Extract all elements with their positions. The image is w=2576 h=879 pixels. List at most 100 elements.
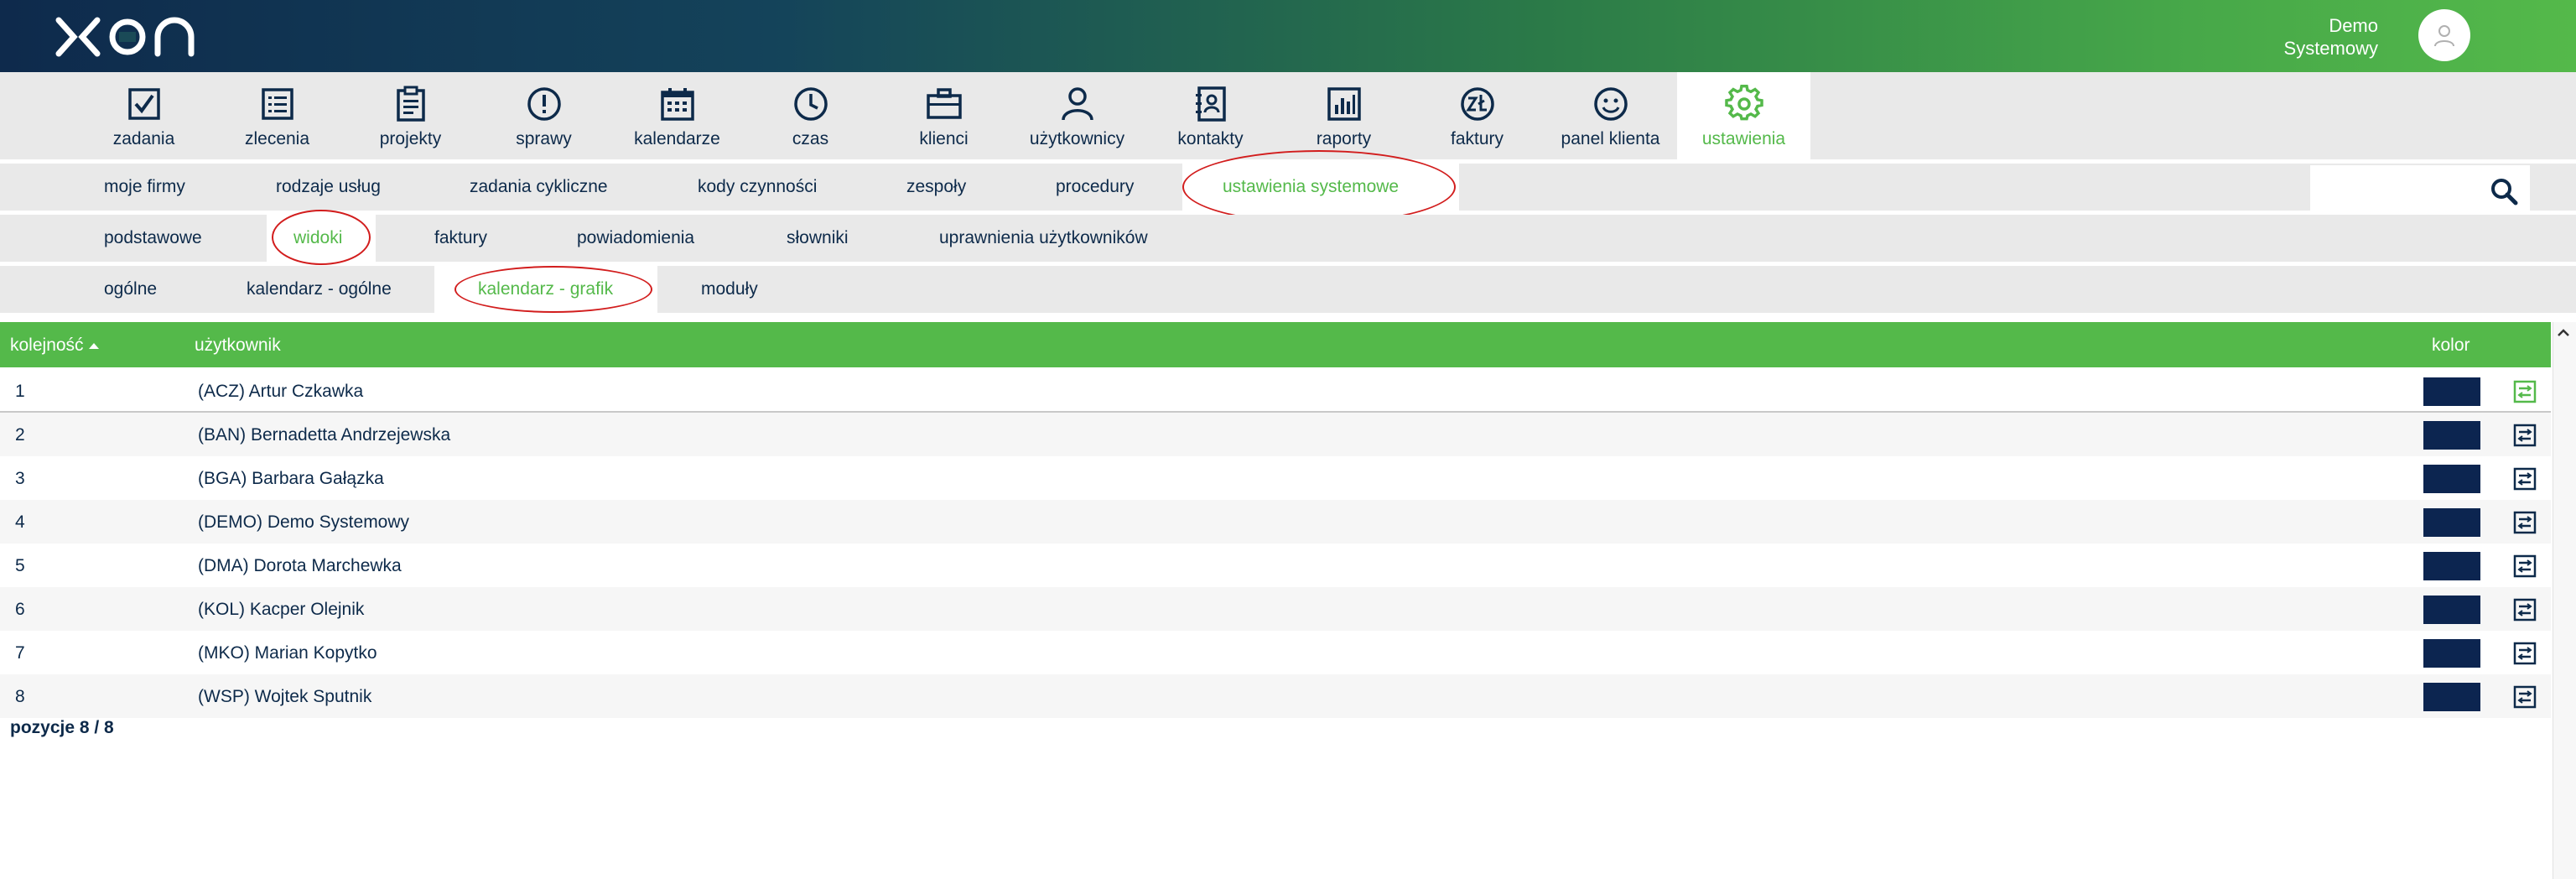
row-user: (BGA) Barbara Gałązka	[198, 469, 384, 488]
nav-zadania[interactable]: zadania	[77, 72, 210, 159]
column-header-order[interactable]: kolejność	[10, 335, 100, 356]
nav-label: projekty	[379, 129, 442, 148]
nav-label: zlecenia	[244, 129, 310, 148]
column-header-user[interactable]: użytkownik	[195, 335, 281, 356]
table-row[interactable]: 7 (MKO) Marian Kopytko	[0, 631, 2551, 674]
nav-label: faktury	[1450, 129, 1504, 148]
nav-zlecenia[interactable]: zlecenia	[210, 72, 344, 159]
list-icon	[262, 88, 293, 120]
color-swatch[interactable]	[2423, 683, 2480, 711]
gear-icon	[1725, 85, 1763, 121]
table-row[interactable]: 4 (DEMO) Demo Systemowy	[0, 500, 2551, 544]
color-swatch[interactable]	[2423, 465, 2480, 493]
edit-settings-icon[interactable]	[2512, 379, 2537, 404]
nav-uzytkownicy[interactable]: użytkownicy	[1010, 72, 1144, 159]
tab-ustawienia-systemowe[interactable]: ustawienia systemowe	[1182, 150, 1459, 224]
color-swatch[interactable]	[2423, 552, 2480, 580]
nav-label: użytkownicy	[1029, 129, 1125, 148]
bar-chart-icon	[1327, 87, 1361, 121]
nav-label: sprawy	[516, 129, 572, 148]
highlight-ring	[454, 266, 652, 313]
tab-uprawnienia-uzytkownikow[interactable]: uprawnienia użytkowników	[914, 215, 1173, 262]
tab-kalendarz-ogolne[interactable]: kalendarz - ogólne	[221, 266, 417, 313]
user-avatar-icon	[2434, 25, 2454, 47]
nav-czas[interactable]: czas	[744, 72, 877, 159]
calendar-icon	[661, 88, 694, 121]
table-row[interactable]: 6 (KOL) Kacper Olejnik	[0, 587, 2551, 631]
tab-faktury[interactable]: faktury	[409, 215, 512, 262]
table-header: kolejność użytkownik kolor	[0, 322, 2551, 367]
nav-sprawy[interactable]: sprawy	[477, 72, 610, 159]
tab-moduly[interactable]: moduły	[676, 266, 783, 313]
tab-slowniki[interactable]: słowniki	[761, 215, 874, 262]
table-row[interactable]: 3 (BGA) Barbara Gałązka	[0, 456, 2551, 500]
highlight-ring	[1182, 150, 1456, 224]
color-swatch[interactable]	[2423, 377, 2480, 406]
tab-kalendarz-grafik[interactable]: kalendarz - grafik	[434, 266, 657, 313]
color-swatch[interactable]	[2423, 508, 2480, 537]
color-swatch[interactable]	[2423, 639, 2480, 668]
tab-zadania-cykliczne[interactable]: zadania cykliczne	[444, 164, 633, 211]
row-order: 3	[15, 469, 25, 488]
scrollbar[interactable]	[2553, 322, 2576, 879]
nav-label: raporty	[1316, 129, 1372, 148]
subnav-level-3: ogólne kalendarz - ogólne kalendarz - gr…	[0, 266, 2576, 313]
row-order: 1	[15, 382, 25, 401]
table-row[interactable]: 5 (DMA) Dorota Marchewka	[0, 544, 2551, 587]
edit-settings-icon[interactable]	[2512, 466, 2537, 492]
tab-kody-czynnosci[interactable]: kody czynności	[673, 164, 842, 211]
tab-procedury[interactable]: procedury	[1031, 164, 1159, 211]
tab-powiadomienia[interactable]: powiadomienia	[552, 215, 719, 262]
column-header-color[interactable]: kolor	[2432, 335, 2470, 356]
chevron-up-icon[interactable]	[2554, 324, 2573, 342]
edit-settings-icon[interactable]	[2512, 510, 2537, 535]
edit-settings-icon[interactable]	[2512, 423, 2537, 448]
tab-moje-firmy[interactable]: moje firmy	[79, 164, 210, 211]
subnav-level-1: moje firmy rodzaje usług zadania cyklicz…	[0, 150, 2576, 224]
row-order: 2	[15, 425, 25, 445]
nav-label: panel klienta	[1561, 129, 1660, 148]
clock-icon	[794, 87, 828, 121]
nav-label: kalendarze	[634, 129, 720, 148]
nav-faktury[interactable]: faktury	[1410, 72, 1544, 159]
top-header: Demo Systemowy	[0, 0, 2576, 72]
row-user: (DEMO) Demo Systemowy	[198, 512, 410, 532]
zloty-icon	[1461, 87, 1494, 121]
nav-panel-klienta[interactable]: panel klienta	[1544, 72, 1677, 159]
nav-label: ustawienia	[1701, 129, 1786, 148]
user-name[interactable]: Demo Systemowy	[2261, 14, 2378, 60]
table-row[interactable]: 2 (BAN) Bernadetta Andrzejewska	[0, 413, 2551, 456]
nav-kontakty[interactable]: kontakty	[1144, 72, 1277, 159]
nav-label: kontakty	[1177, 129, 1244, 148]
nav-raporty[interactable]: raporty	[1277, 72, 1410, 159]
edit-settings-icon[interactable]	[2512, 597, 2537, 622]
table-row[interactable]: 8 (WSP) Wojtek Sputnik	[0, 674, 2551, 718]
tab-ogolne[interactable]: ogólne	[79, 266, 182, 313]
smiley-icon	[1594, 87, 1628, 121]
search-icon[interactable]	[2489, 176, 2519, 206]
highlight-ring	[272, 210, 371, 265]
edit-settings-icon[interactable]	[2512, 684, 2537, 710]
nav-ustawienia[interactable]: ustawienia	[1677, 72, 1810, 159]
nav-klienci[interactable]: klienci	[877, 72, 1010, 159]
positions-count: pozycje 8 / 8	[10, 718, 114, 737]
nav-label: zadania	[112, 129, 175, 148]
nav-projekty[interactable]: projekty	[344, 72, 477, 159]
nav-label: klienci	[919, 129, 969, 148]
row-user: (KOL) Kacper Olejnik	[198, 600, 365, 619]
table-row[interactable]: 1 (ACZ) Artur Czkawka	[0, 369, 2551, 413]
nav-kalendarze[interactable]: kalendarze	[610, 72, 744, 159]
avatar[interactable]	[2418, 9, 2470, 61]
edit-settings-icon[interactable]	[2512, 641, 2537, 666]
tab-widoki[interactable]: widoki	[267, 210, 376, 265]
edit-settings-icon[interactable]	[2512, 554, 2537, 579]
xon-logo[interactable]	[54, 15, 198, 59]
row-user: (BAN) Bernadetta Andrzejewska	[198, 425, 451, 445]
tab-zespoly[interactable]: zespoły	[881, 164, 991, 211]
tab-podstawowe[interactable]: podstawowe	[79, 215, 227, 262]
color-swatch[interactable]	[2423, 421, 2480, 450]
row-order: 6	[15, 600, 25, 619]
tab-rodzaje-uslug[interactable]: rodzaje usług	[251, 164, 406, 211]
color-swatch[interactable]	[2423, 596, 2480, 624]
row-order: 7	[15, 643, 25, 663]
